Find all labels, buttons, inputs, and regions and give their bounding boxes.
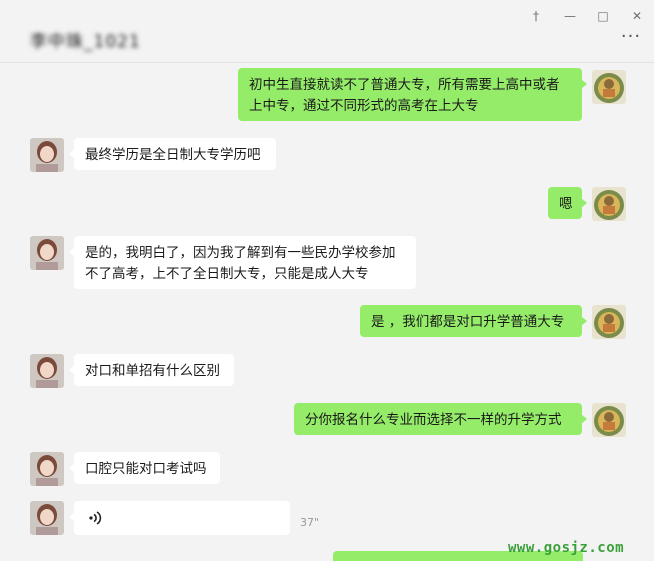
message-text: 初中生直接就读不了普通大专，所有需要上高中或者 — [249, 77, 560, 93]
my-avatar[interactable] — [592, 70, 626, 104]
message-bubble-5[interactable]: 对口和单招有什么区别 — [69, 354, 234, 386]
my-avatar[interactable] — [592, 187, 626, 221]
avatar-image — [30, 236, 64, 270]
avatar-image — [592, 403, 626, 437]
minimize-button[interactable]: — — [558, 6, 582, 26]
chat-header: 李中珠_1021 † — □ ✕ ··· — [0, 0, 654, 63]
contact-avatar[interactable] — [30, 236, 64, 270]
voice-duration: 37" — [300, 516, 320, 529]
contact-avatar[interactable] — [30, 501, 64, 535]
message-bubble-7[interactable]: 口腔只能对口考试吗 — [69, 452, 220, 484]
message-text: 对口和单招有什么区别 — [85, 363, 220, 379]
watermark-text: www.gosjz.com — [508, 540, 625, 556]
pin-icon[interactable]: † — [524, 6, 548, 26]
message-text: 口腔只能对口考试吗 — [85, 461, 207, 477]
message-text: 不了高考，上不了全日制大专，只能是成人大专 — [85, 266, 369, 282]
avatar-image — [30, 452, 64, 486]
avatar-image — [592, 70, 626, 104]
message-bubble-4[interactable]: 是 ，我们都是对口升学普通大专 — [360, 305, 587, 337]
voice-wave-icon — [89, 511, 102, 525]
contact-avatar[interactable] — [30, 138, 64, 172]
more-options-button[interactable]: ··· — [620, 28, 642, 48]
contact-avatar[interactable] — [30, 452, 64, 486]
message-bubble-3[interactable]: 是的，我明白了，因为我了解到有一些民办学校参加 不了高考，上不了全日制大专，只能… — [69, 236, 416, 289]
voice-message-bubble[interactable] — [69, 501, 290, 535]
my-avatar[interactable] — [592, 305, 626, 339]
message-text: 上中专，通过不同形式的高考在上大专 — [249, 98, 479, 114]
message-text: 嗯 — [559, 196, 573, 212]
message-bubble-2[interactable]: 嗯 — [548, 187, 587, 219]
message-text: 分你报名什么专业而选择不一样的升学方式 — [305, 412, 562, 428]
message-text: 最终学历是全日制大专学历吧 — [85, 147, 261, 163]
message-list: 初中生直接就读不了普通大专，所有需要上高中或者 上中专，通过不同形式的高考在上大… — [0, 63, 654, 561]
avatar-image — [592, 187, 626, 221]
close-button[interactable]: ✕ — [625, 6, 649, 26]
avatar-image — [30, 501, 64, 535]
chat-title: 李中珠_1021 — [30, 32, 141, 52]
contact-avatar[interactable] — [30, 354, 64, 388]
message-text: 是 ，我们都是对口升学普通大专 — [371, 314, 565, 330]
avatar-image — [30, 138, 64, 172]
avatar-image — [592, 305, 626, 339]
message-text: 是的，我明白了，因为我了解到有一些民办学校参加 — [85, 245, 396, 261]
avatar-image — [30, 354, 64, 388]
message-bubble-1[interactable]: 最终学历是全日制大专学历吧 — [69, 138, 276, 170]
my-avatar[interactable] — [592, 403, 626, 437]
message-bubble-6[interactable]: 分你报名什么专业而选择不一样的升学方式 — [294, 403, 587, 435]
message-bubble-0[interactable]: 初中生直接就读不了普通大专，所有需要上高中或者 上中专，通过不同形式的高考在上大… — [238, 68, 587, 121]
maximize-button[interactable]: □ — [591, 6, 615, 26]
